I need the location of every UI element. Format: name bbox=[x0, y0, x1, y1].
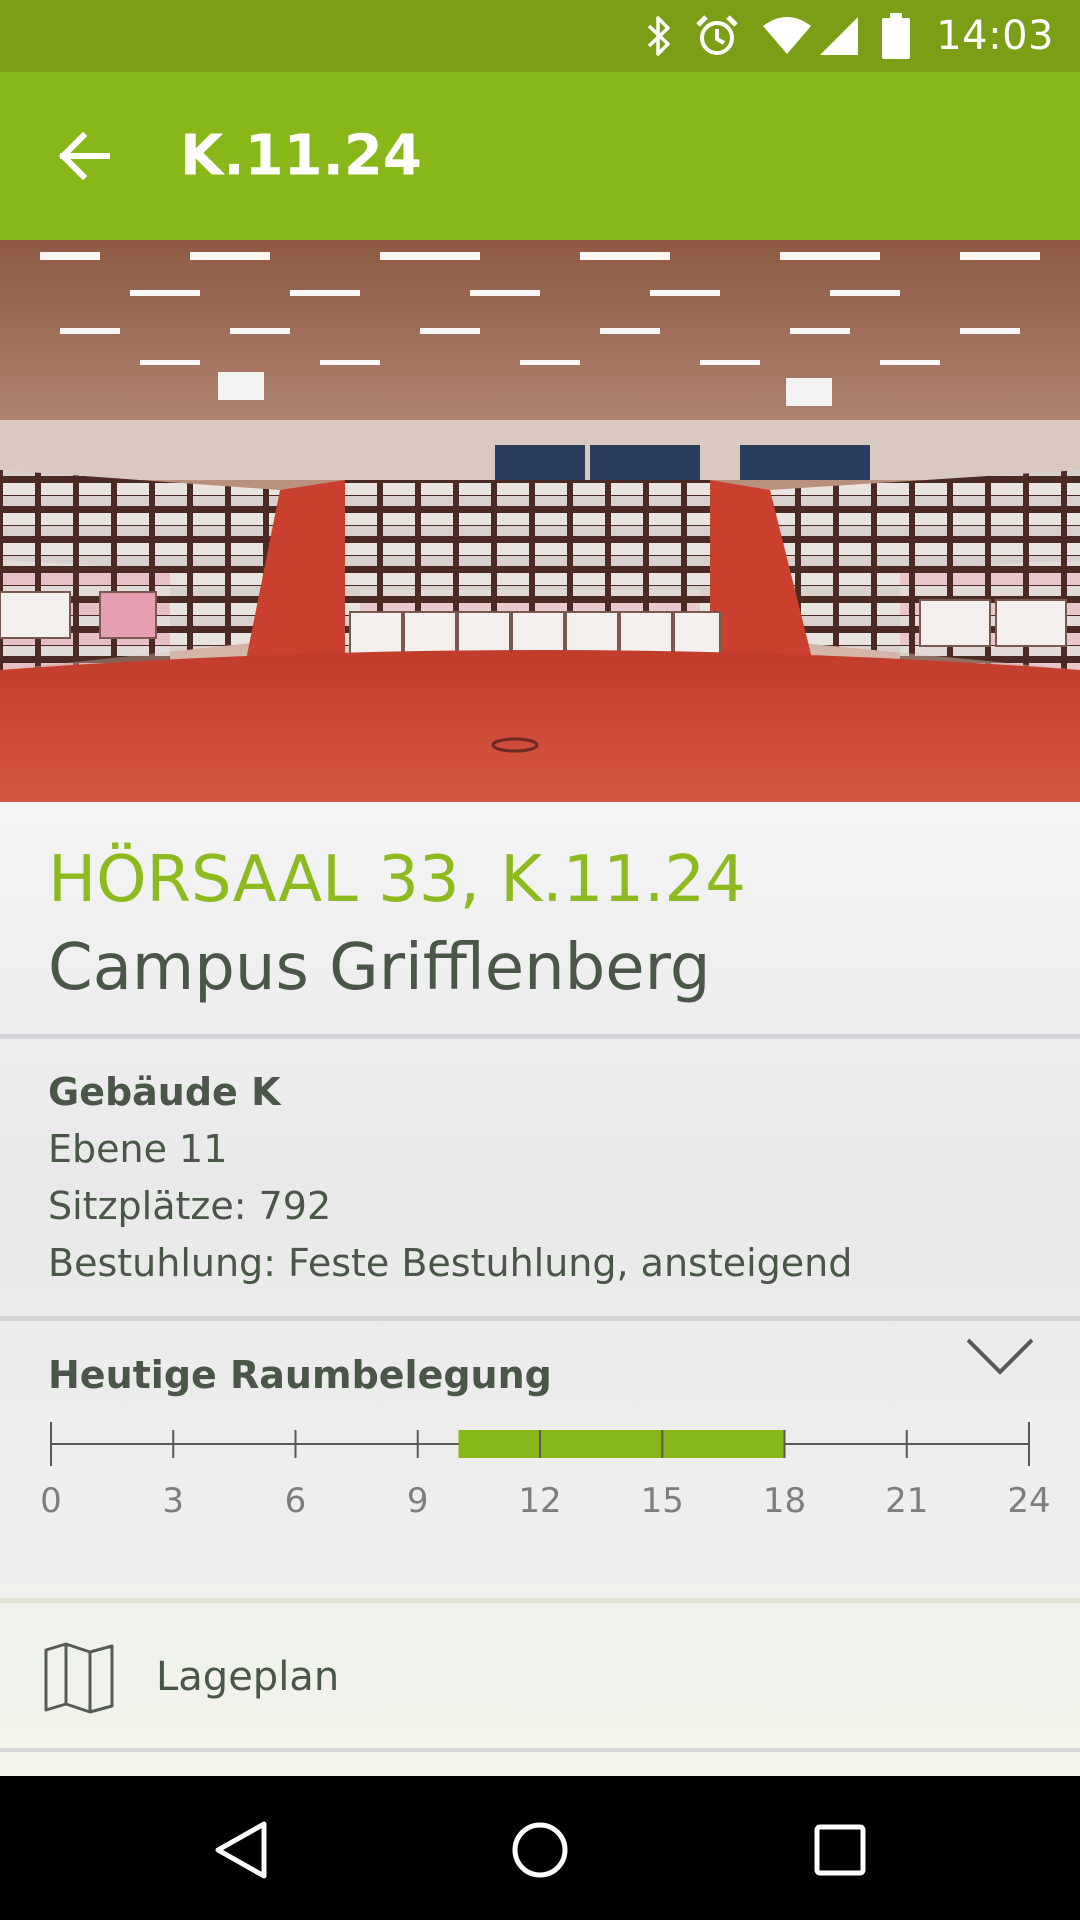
wifi-icon bbox=[762, 16, 812, 56]
nav-recents-icon bbox=[814, 1824, 866, 1876]
title-block: HÖRSAAL 33, K.11.24 Campus Grifflenberg bbox=[48, 840, 746, 1008]
divider bbox=[0, 1316, 1080, 1321]
building-label: Gebäude K bbox=[48, 1070, 281, 1114]
status-bar: 14:03 bbox=[0, 0, 1080, 72]
timeline-tick-label: 6 bbox=[285, 1481, 307, 1521]
timeline-tick-label: 12 bbox=[518, 1481, 561, 1521]
booking-bar-0 bbox=[458, 1430, 540, 1458]
room-photo bbox=[0, 240, 1080, 802]
timeline-tick-label: 18 bbox=[763, 1481, 806, 1521]
campus-name: Campus Grifflenberg bbox=[48, 931, 711, 1005]
timeline-tick-label: 21 bbox=[885, 1481, 928, 1521]
chevron-down-icon bbox=[966, 1338, 1034, 1375]
alarm-icon bbox=[694, 13, 740, 59]
timeline-tick-label: 9 bbox=[407, 1481, 429, 1521]
timeline-tick-label: 24 bbox=[1007, 1481, 1050, 1521]
nav-back-icon bbox=[215, 1821, 267, 1879]
level-label: Ebene 11 bbox=[48, 1127, 228, 1171]
room-title: HÖRSAAL 33, K.11.24 bbox=[48, 843, 746, 917]
expand-button[interactable] bbox=[962, 1332, 1038, 1382]
timeline-tick-label: 15 bbox=[641, 1481, 684, 1521]
navigation-bar bbox=[0, 1776, 1080, 1920]
booking-bar-2 bbox=[621, 1430, 663, 1458]
battery-icon bbox=[882, 13, 911, 59]
nav-home-button[interactable] bbox=[502, 1812, 578, 1888]
bluetooth-icon bbox=[646, 14, 672, 58]
app-bar-title: K.11.24 bbox=[180, 123, 422, 189]
nav-recents-button[interactable] bbox=[802, 1812, 878, 1888]
map-icon bbox=[44, 1642, 114, 1714]
divider bbox=[0, 1748, 1080, 1752]
divider bbox=[0, 1034, 1080, 1039]
room-details: HÖRSAAL 33, K.11.24 Campus Grifflenberg … bbox=[0, 802, 1080, 1776]
booking-bar-3 bbox=[662, 1430, 785, 1458]
seats-label: Sitzplätze: 792 bbox=[48, 1184, 332, 1228]
app-bar: K.11.24 bbox=[0, 72, 1080, 240]
nav-home-icon bbox=[512, 1822, 568, 1878]
status-time: 14:03 bbox=[936, 13, 1054, 59]
room-info: Gebäude K Ebene 11 Sitzplätze: 792 Bestu… bbox=[48, 1064, 852, 1292]
timeline-tick-label: 0 bbox=[40, 1481, 62, 1521]
occupancy-title: Heutige Raumbelegung bbox=[48, 1353, 552, 1397]
nav-back-button[interactable] bbox=[202, 1812, 278, 1888]
divider bbox=[0, 1598, 1080, 1603]
arrow-back-icon bbox=[59, 132, 110, 180]
back-button[interactable] bbox=[50, 121, 120, 191]
booking-bar-1 bbox=[540, 1430, 622, 1458]
seating-label: Bestuhlung: Feste Bestuhlung, ansteigend bbox=[48, 1241, 853, 1285]
lageplan-row[interactable]: Lageplan bbox=[0, 1604, 1080, 1750]
timeline-tick-label: 3 bbox=[162, 1481, 184, 1521]
occupancy-timeline: 0 3 6 9 12 15 18 21 24 bbox=[0, 1410, 1080, 1550]
lageplan-label: Lageplan bbox=[156, 1654, 340, 1700]
cell-signal-icon bbox=[818, 15, 860, 57]
